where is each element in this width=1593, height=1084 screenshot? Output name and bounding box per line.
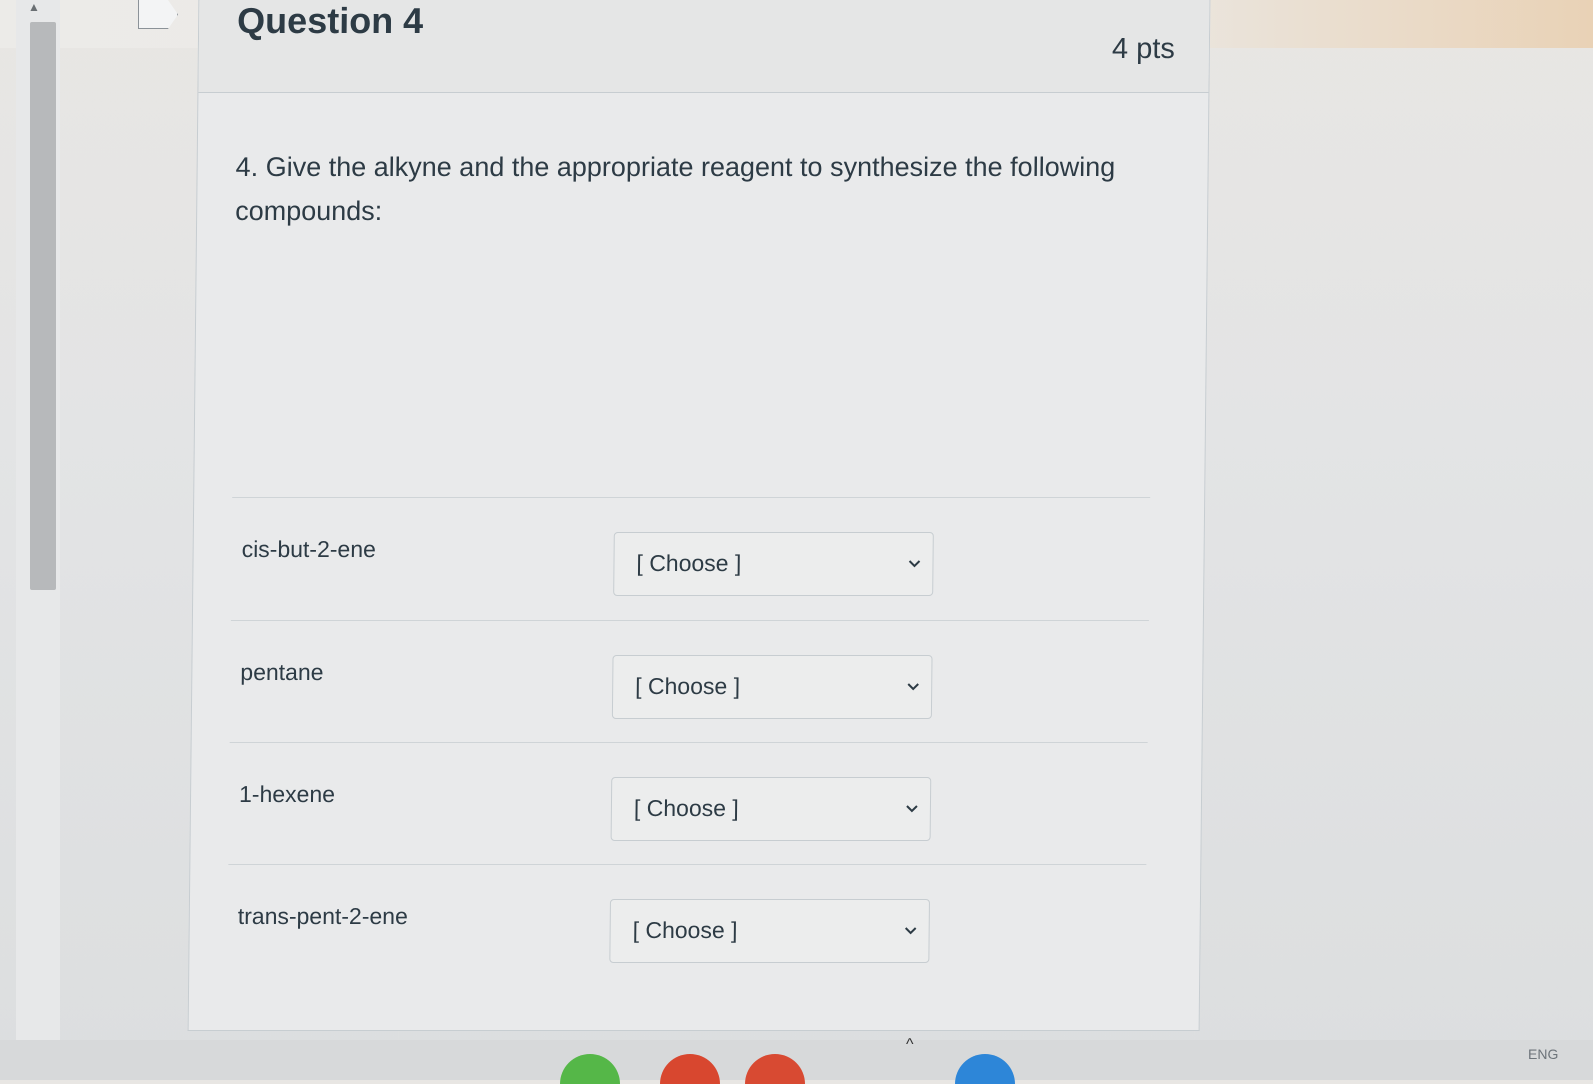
chevron-down-icon (906, 805, 918, 813)
chevron-down-icon (907, 683, 919, 691)
answer-dropdown-2[interactable]: [ Choose ] (611, 655, 933, 719)
dropdown-value: [ Choose ] (633, 795, 739, 821)
question-prompt: 4. Give the alkyne and the appropriate r… (235, 152, 1116, 226)
answer-label: pentane (240, 659, 324, 685)
chevron-down-icon (908, 560, 921, 568)
question-title: Question 4 (236, 0, 424, 41)
dropdown-value: [ Choose ] (632, 917, 738, 943)
answer-row-3: 1-hexene [ Choose ] (228, 742, 1148, 863)
answer-label: cis-but-2-ene (241, 536, 377, 562)
answer-row-1: cis-but-2-ene [ Choose ] (230, 497, 1151, 618)
answer-dropdown-1[interactable]: [ Choose ] (613, 532, 934, 596)
answer-dropdown-3[interactable]: [ Choose ] (610, 777, 932, 841)
question-points: 4 pts (1111, 33, 1176, 65)
dropdown-value: [ Choose ] (636, 550, 742, 576)
answer-row-2: pentane [ Choose ] (229, 620, 1149, 741)
question-header: Question 4 4 pts (198, 0, 1210, 93)
answer-row-4: trans-pent-2-ene [ Choose ] (226, 864, 1147, 1005)
chevron-down-icon (904, 927, 917, 935)
tray-language[interactable]: ENG (1528, 1046, 1558, 1062)
scrollbar-thumb[interactable] (30, 22, 56, 590)
answer-label: 1-hexene (238, 781, 336, 807)
dropdown-value: [ Choose ] (635, 673, 741, 699)
arrow-up-icon[interactable]: ▲ (28, 0, 40, 14)
answer-label: trans-pent-2-ene (237, 903, 408, 929)
answer-dropdown-4[interactable]: [ Choose ] (609, 899, 930, 963)
chevron-up-icon[interactable]: ^ (906, 1036, 914, 1054)
question-card: Question 4 4 pts 4. Give the alkyne and … (187, 0, 1211, 1031)
